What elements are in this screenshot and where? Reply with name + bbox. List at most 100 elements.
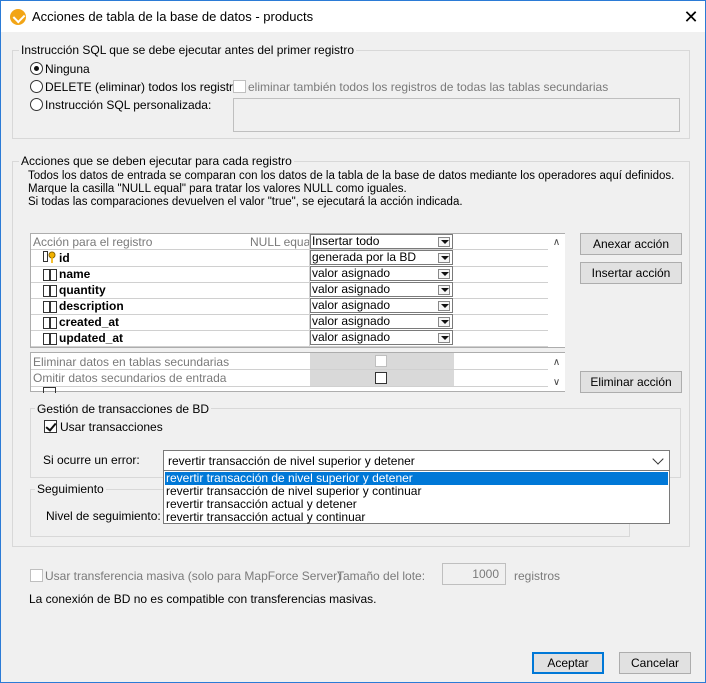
insert-action-button[interactable]: Insertar acción <box>580 262 682 284</box>
field-name: description <box>59 299 124 313</box>
use-transactions-label[interactable]: Usar transacciones <box>60 420 163 434</box>
radio-custom-sql[interactable] <box>30 98 43 111</box>
field-name: id <box>59 251 70 265</box>
field-action-select[interactable]: valor asignado <box>310 282 453 297</box>
radio-delete-all[interactable] <box>30 80 43 93</box>
action-grid: Acción para el registro NULL equal Inser… <box>30 233 565 348</box>
field-name: name <box>59 267 91 281</box>
radio-delete-all-label[interactable]: DELETE (eliminar) todos los registros <box>45 80 246 94</box>
delete-children-label: eliminar también todos los registros de … <box>248 80 609 94</box>
field-action-value: valor asignado <box>312 282 391 296</box>
field-action-select[interactable]: valor asignado <box>310 314 453 329</box>
dropdown-arrow-icon[interactable] <box>438 285 450 295</box>
field-action-value: valor asignado <box>312 266 391 280</box>
bulk-transfer-label: Usar transferencia masiva (solo para Map… <box>45 569 342 583</box>
pre-sql-group-label: Instrucción SQL que se debe ejecutar ant… <box>19 43 357 57</box>
grid-row-description: description valor asignado <box>31 298 551 314</box>
secondary-options-grid: Eliminar datos en tablas secundarias Omi… <box>30 352 565 393</box>
cancel-label: Cancelar <box>630 656 680 670</box>
batch-size-value: 1000 <box>472 567 499 581</box>
grid-row-updated-at: updated_at valor asignado <box>31 330 551 346</box>
batch-size-input[interactable]: 1000 <box>442 563 506 585</box>
field-action-value: generada por la BD <box>312 250 417 264</box>
dropdown-arrow-icon[interactable] <box>438 269 450 279</box>
delete-secondary-checkbox[interactable] <box>375 355 387 367</box>
chevron-down-icon[interactable] <box>652 453 664 465</box>
field-icon <box>43 317 57 329</box>
ok-label: Aceptar <box>547 656 589 670</box>
field-action-select[interactable]: generada por la BD <box>310 250 453 265</box>
delete-secondary-label: Eliminar datos en tablas secundarias <box>33 355 230 369</box>
delete-action-button[interactable]: Eliminar acción <box>580 371 682 393</box>
per-record-group-label: Acciones que se deben ejecutar para cada… <box>19 154 294 168</box>
table-icon <box>43 387 56 393</box>
grid-header-action-select[interactable]: Insertar todo <box>310 234 453 249</box>
tracing-group-label: Seguimiento <box>35 482 106 496</box>
delete-action-label: Eliminar acción <box>590 375 672 389</box>
field-icon <box>43 269 57 281</box>
field-action-select[interactable]: valor asignado <box>310 298 453 313</box>
field-action-value: valor asignado <box>312 330 391 344</box>
omit-secondary-label: Omitir datos secundarios de entrada <box>33 371 227 385</box>
field-icon <box>43 285 57 297</box>
field-name: created_at <box>59 315 120 329</box>
window-title: Acciones de tabla de la base de datos - … <box>32 9 314 24</box>
omit-secondary-checkbox[interactable] <box>375 372 387 384</box>
title-bar: Acciones de tabla de la base de datos - … <box>1 1 705 32</box>
per-record-description-1: Todos los datos de entrada se comparan c… <box>28 170 675 182</box>
field-icon <box>43 301 57 313</box>
insert-action-label: Insertar acción <box>591 266 671 280</box>
append-action-label: Anexar acción <box>592 237 670 251</box>
custom-sql-textarea[interactable] <box>233 98 680 132</box>
dropdown-arrow-icon[interactable] <box>438 333 450 343</box>
delete-children-checkbox[interactable] <box>233 80 246 93</box>
mapforce-logo-icon <box>10 9 26 25</box>
dropdown-option[interactable]: revertir transacción actual y continuar <box>165 511 365 524</box>
field-action-select[interactable]: valor asignado <box>310 330 453 345</box>
close-button[interactable]: ✕ <box>677 3 705 31</box>
per-record-description-3: Si todas las comparaciones devuelven el … <box>28 196 463 208</box>
field-action-value: valor asignado <box>312 298 391 312</box>
grid-row-quantity: quantity valor asignado <box>31 282 551 298</box>
records-label: registros <box>514 569 561 583</box>
action-grid-scrollbar[interactable]: ∧ <box>548 234 565 347</box>
grid-header-action: Acción para el registro <box>33 235 153 249</box>
field-icon <box>43 333 57 345</box>
append-action-button[interactable]: Anexar acción <box>580 233 682 255</box>
scroll-up-icon[interactable]: ∧ <box>548 234 565 251</box>
grid-row-created-at: created_at valor asignado <box>31 314 551 330</box>
scroll-up-icon[interactable]: ∧ <box>548 354 565 371</box>
field-action-select[interactable]: valor asignado <box>310 266 453 281</box>
tracing-level-label: Nivel de seguimiento: <box>46 509 161 523</box>
field-name: updated_at <box>59 331 124 345</box>
use-transactions-checkbox[interactable] <box>44 420 57 433</box>
radio-none-label[interactable]: Ninguna <box>45 62 90 76</box>
radio-none[interactable] <box>30 62 43 75</box>
dropdown-arrow-icon <box>438 237 450 247</box>
scroll-down-icon[interactable]: ∨ <box>548 374 565 391</box>
primary-key-icon <box>43 251 57 263</box>
field-name: quantity <box>59 283 106 297</box>
on-error-label: Si ocurre un error: <box>43 453 140 467</box>
batch-size-label: Tamaño del lote: <box>337 569 426 583</box>
dropdown-arrow-icon[interactable] <box>438 317 450 327</box>
secondary-grid-scrollbar[interactable]: ∧ ∨ <box>548 353 565 391</box>
grid-header-action-value: Insertar todo <box>312 234 380 248</box>
transactions-group-label: Gestión de transacciones de BD <box>35 402 212 416</box>
on-error-dropdown-list[interactable]: revertir transacción de nivel superior y… <box>163 470 670 524</box>
ok-button[interactable]: Aceptar <box>532 652 604 674</box>
on-error-select[interactable]: revertir transacción de nivel superior y… <box>163 450 670 471</box>
dropdown-arrow-icon[interactable] <box>438 301 450 311</box>
dialog-window: Acciones de tabla de la base de datos - … <box>0 0 706 683</box>
radio-custom-sql-label[interactable]: Instrucción SQL personalizada: <box>45 98 211 112</box>
field-action-value: valor asignado <box>312 314 391 328</box>
per-record-description-2: Marque la casilla "NULL equal" para trat… <box>28 183 407 195</box>
grid-row-id: id generada por la BD <box>31 250 551 266</box>
grid-row-name: name valor asignado <box>31 266 551 282</box>
cancel-button[interactable]: Cancelar <box>619 652 691 674</box>
grid-header-null-equal: NULL equal <box>250 235 313 249</box>
bulk-transfer-checkbox[interactable] <box>30 569 43 582</box>
dropdown-arrow-icon[interactable] <box>438 253 450 263</box>
on-error-value: revertir transacción de nivel superior y… <box>168 454 415 468</box>
bulk-warning-text: La conexión de BD no es compatible con t… <box>29 592 377 606</box>
